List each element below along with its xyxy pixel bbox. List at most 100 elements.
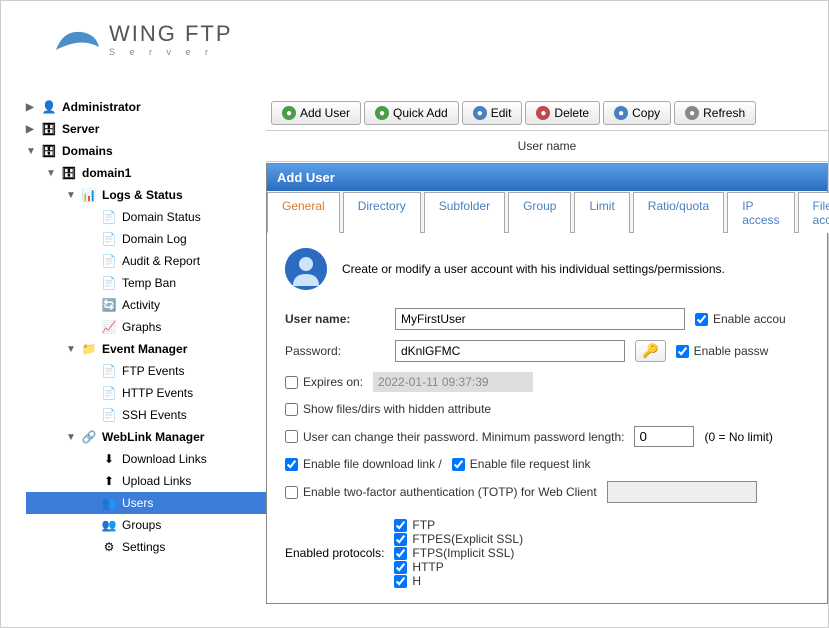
- tab-directory[interactable]: Directory: [343, 192, 421, 233]
- status-icon: 📄: [101, 209, 117, 225]
- change-password-checkbox[interactable]: User can change their password. Minimum …: [285, 430, 624, 444]
- request-link-checkbox[interactable]: Enable file request link: [452, 457, 591, 471]
- sidebar-item-domains[interactable]: ▼🗄Domains: [26, 140, 266, 162]
- add-user-button-icon: ●: [282, 106, 296, 120]
- totp-checkbox[interactable]: Enable two-factor authentication (TOTP) …: [285, 485, 597, 499]
- tree-arrow-icon: ▶: [26, 102, 36, 113]
- tab-limit[interactable]: Limit: [574, 192, 629, 233]
- protocol-ftps-implicit-ssl--checkbox[interactable]: FTPS(Implicit SSL): [394, 546, 523, 560]
- generate-password-button[interactable]: 🔑: [635, 340, 666, 362]
- username-label: User name:: [285, 312, 385, 326]
- intro-text: Create or modify a user account with his…: [342, 262, 725, 276]
- copy-button[interactable]: ●Copy: [603, 101, 671, 125]
- sidebar-item-audit-report[interactable]: 📄Audit & Report: [26, 250, 266, 272]
- tree-arrow-icon: ▼: [66, 344, 76, 355]
- ftp-icon: 📄: [101, 363, 117, 379]
- sidebar-item-domain1[interactable]: ▼🗄domain1: [26, 162, 266, 184]
- sidebar-item-settings[interactable]: ⚙Settings: [26, 536, 266, 558]
- tree-arrow-icon: ▼: [26, 146, 36, 157]
- form-intro: Create or modify a user account with his…: [285, 248, 809, 290]
- tab-general[interactable]: General: [267, 192, 340, 233]
- delete-button-icon: ●: [536, 106, 550, 120]
- wing-icon: [51, 22, 101, 57]
- sidebar-item-server[interactable]: ▶🗄Server: [26, 118, 266, 140]
- tree-arrow-icon: ▼: [66, 190, 76, 201]
- sidebar-tree: ▶👤Administrator▶🗄Server▼🗄Domains▼🗄domain…: [1, 1, 266, 627]
- users-icon: 👥: [101, 495, 117, 511]
- domains-icon: 🗄: [41, 143, 57, 159]
- protocol-ftpes-explicit-ssl--checkbox[interactable]: FTPES(Explicit SSL): [394, 532, 523, 546]
- protocol-ftp-checkbox[interactable]: FTP: [394, 518, 523, 532]
- dialog-form: Create or modify a user account with his…: [267, 233, 827, 603]
- audit-icon: 📄: [101, 253, 117, 269]
- totp-input[interactable]: [607, 481, 757, 503]
- protocol-http-checkbox[interactable]: HTTP: [394, 560, 523, 574]
- enable-account-checkbox[interactable]: Enable accou: [695, 312, 786, 326]
- tab-ip-access[interactable]: IP access: [727, 192, 794, 233]
- show-hidden-checkbox[interactable]: Show files/dirs with hidden attribute: [285, 402, 491, 416]
- enable-password-checkbox[interactable]: Enable passw: [676, 344, 769, 358]
- sidebar-item-weblink-manager[interactable]: ▼🔗WebLink Manager: [26, 426, 266, 448]
- expires-input: [373, 372, 533, 392]
- add-user-dialog: Add User GeneralDirectorySubfolderGroupL…: [266, 163, 828, 604]
- protocol-h-checkbox[interactable]: H: [394, 574, 523, 588]
- sidebar-item-domain-status[interactable]: 📄Domain Status: [26, 206, 266, 228]
- sidebar-item-temp-ban[interactable]: 📄Temp Ban: [26, 272, 266, 294]
- dialog-title: Add User: [267, 164, 827, 191]
- avatar-icon: [285, 248, 327, 290]
- expires-checkbox[interactable]: Expires on:: [285, 375, 363, 389]
- event-icon: 📁: [81, 341, 97, 357]
- download-link-checkbox[interactable]: Enable file download link /: [285, 457, 442, 471]
- sidebar-item-activity[interactable]: 🔄Activity: [26, 294, 266, 316]
- tab-file-acc[interactable]: File acc: [798, 192, 829, 233]
- ban-icon: 📄: [101, 275, 117, 291]
- password-input[interactable]: [395, 340, 625, 362]
- toolbar: ●Add User●Quick Add●Edit●Delete●Copy●Ref…: [266, 96, 828, 131]
- logs-icon: 📊: [81, 187, 97, 203]
- dialog-tabs: GeneralDirectorySubfolderGroupLimitRatio…: [267, 191, 827, 233]
- quick-add-button[interactable]: ●Quick Add: [364, 101, 459, 125]
- sidebar-item-graphs[interactable]: 📈Graphs: [26, 316, 266, 338]
- tab-ratio-quota[interactable]: Ratio/quota: [633, 192, 724, 233]
- username-input[interactable]: [395, 308, 685, 330]
- edit-button[interactable]: ●Edit: [462, 101, 523, 125]
- sidebar-item-administrator[interactable]: ▶👤Administrator: [26, 96, 266, 118]
- sidebar-item-event-manager[interactable]: ▼📁Event Manager: [26, 338, 266, 360]
- password-label: Password:: [285, 344, 385, 358]
- nolimit-hint: (0 = No limit): [704, 430, 772, 444]
- sidebar-item-domain-log[interactable]: 📄Domain Log: [26, 228, 266, 250]
- refresh-button[interactable]: ●Refresh: [674, 101, 756, 125]
- domain-icon: 🗄: [61, 165, 77, 181]
- sidebar-item-upload-links[interactable]: ⬆Upload Links: [26, 470, 266, 492]
- tree-arrow-icon: ▼: [66, 432, 76, 443]
- server-icon: 🗄: [41, 121, 57, 137]
- http-icon: 📄: [101, 385, 117, 401]
- protocols-label: Enabled protocols:: [285, 546, 384, 560]
- logo-title: WING FTP: [109, 21, 233, 47]
- sidebar-item-groups[interactable]: 👥Groups: [26, 514, 266, 536]
- groups-icon: 👥: [101, 517, 117, 533]
- grid-header: User name: [266, 131, 828, 162]
- delete-button[interactable]: ●Delete: [525, 101, 600, 125]
- sidebar-item-logs-status[interactable]: ▼📊Logs & Status: [26, 184, 266, 206]
- sidebar-item-http-events[interactable]: 📄HTTP Events: [26, 382, 266, 404]
- weblink-icon: 🔗: [81, 429, 97, 445]
- copy-button-icon: ●: [614, 106, 628, 120]
- sidebar-item-download-links[interactable]: ⬇Download Links: [26, 448, 266, 470]
- sidebar-item-ssh-events[interactable]: 📄SSH Events: [26, 404, 266, 426]
- min-password-length-input[interactable]: [634, 426, 694, 447]
- graph-icon: 📈: [101, 319, 117, 335]
- log-icon: 📄: [101, 231, 117, 247]
- sidebar-item-users[interactable]: 👥Users: [26, 492, 266, 514]
- tab-subfolder[interactable]: Subfolder: [424, 192, 505, 233]
- upload-icon: ⬆: [101, 473, 117, 489]
- activity-icon: 🔄: [101, 297, 117, 313]
- ssh-icon: 📄: [101, 407, 117, 423]
- tree-arrow-icon: ▼: [46, 168, 56, 179]
- tab-group[interactable]: Group: [508, 192, 571, 233]
- logo-subtitle: S e r v e r: [109, 47, 233, 57]
- tree-arrow-icon: ▶: [26, 124, 36, 135]
- sidebar-item-ftp-events[interactable]: 📄FTP Events: [26, 360, 266, 382]
- add-user-button[interactable]: ●Add User: [271, 101, 361, 125]
- edit-button-icon: ●: [473, 106, 487, 120]
